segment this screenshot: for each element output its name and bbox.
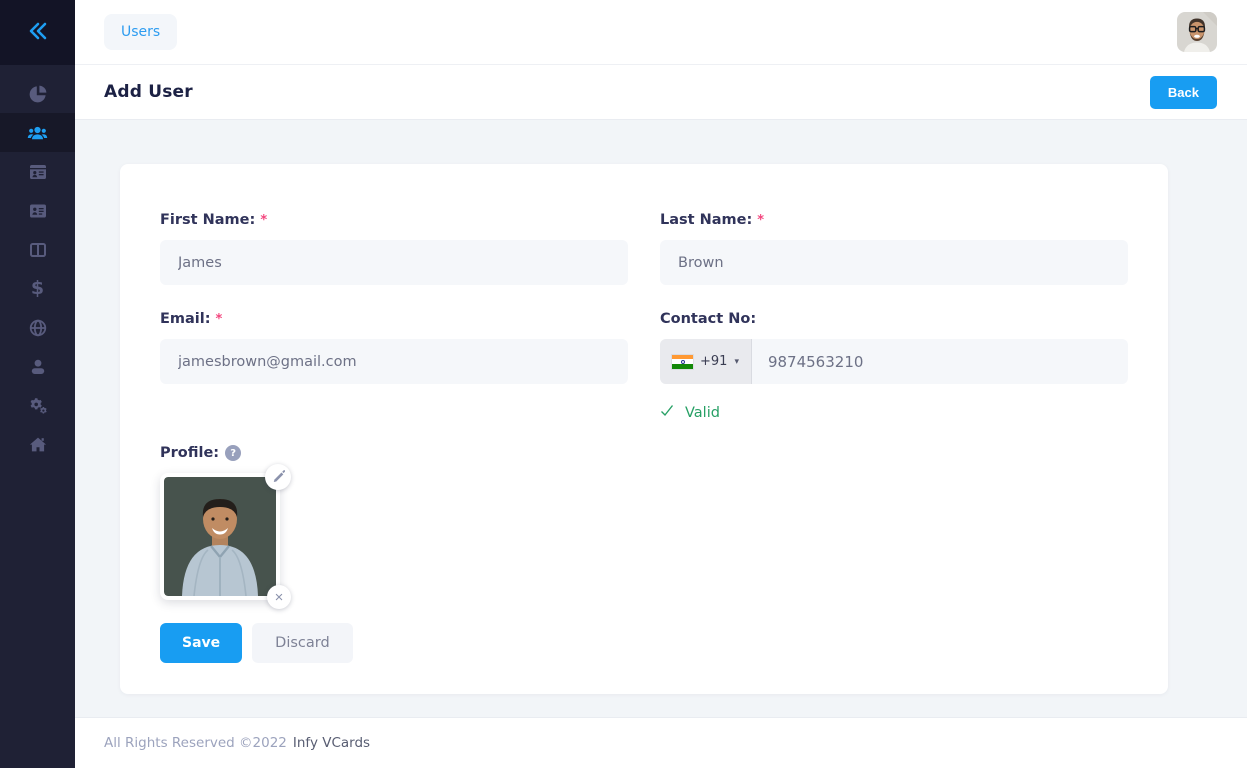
main-column: Users Add User Back First Name: * James … xyxy=(75,0,1247,768)
email-input[interactable] xyxy=(160,339,628,384)
required-marker: * xyxy=(757,212,765,228)
sidebar-item-home[interactable] xyxy=(0,425,75,464)
profile-photo xyxy=(160,473,280,600)
topbar: Users xyxy=(75,0,1247,65)
sidebar-item-users[interactable] xyxy=(0,113,75,152)
id-card-icon xyxy=(28,201,48,221)
phone-input-group: +91 ▾ xyxy=(660,339,1128,384)
users-icon xyxy=(27,123,48,143)
india-flag-icon xyxy=(672,354,693,369)
copyright-text: All Rights Reserved ©2022 xyxy=(104,735,287,751)
profile-photo-wrap: × xyxy=(160,464,291,609)
sidebar-item-account[interactable] xyxy=(0,347,75,386)
first-name-label: First Name: * xyxy=(160,212,268,228)
add-user-form-card: First Name: * Last Name: * xyxy=(120,164,1168,694)
last-name-field: Last Name: * xyxy=(660,212,1128,285)
required-marker: * xyxy=(260,212,268,228)
footer: All Rights Reserved ©2022 Infy VCards xyxy=(75,717,1247,768)
close-icon: × xyxy=(274,588,284,606)
edit-photo-button[interactable] xyxy=(265,464,291,490)
last-name-input[interactable] xyxy=(660,240,1128,285)
dial-code: +91 xyxy=(700,354,728,369)
sidebar-item-contacts[interactable] xyxy=(0,191,75,230)
help-icon[interactable]: ? xyxy=(225,445,242,461)
caret-down-icon: ▾ xyxy=(734,356,739,367)
first-name-input[interactable] xyxy=(160,240,628,285)
double-chevron-left-icon xyxy=(26,20,50,46)
user-avatar[interactable] xyxy=(1177,12,1217,52)
email-field: Email: * xyxy=(160,311,628,421)
gears-icon xyxy=(28,396,48,416)
sidebar-item-layout[interactable] xyxy=(0,230,75,269)
home-icon xyxy=(28,435,48,455)
contact-number-input[interactable] xyxy=(751,339,1128,384)
dollar-icon: $ xyxy=(30,277,45,299)
sidebar-item-payments[interactable]: $ xyxy=(0,269,75,308)
pencil-icon xyxy=(272,469,285,485)
globe-icon xyxy=(28,318,48,338)
check-icon xyxy=(660,404,674,421)
page-title: Add User xyxy=(104,82,193,102)
last-name-label: Last Name: * xyxy=(660,212,765,228)
page-header: Add User Back xyxy=(75,65,1247,120)
sidebar-nav: $ xyxy=(0,65,75,464)
remove-photo-button[interactable]: × xyxy=(267,585,291,609)
required-marker: * xyxy=(215,311,223,327)
person-icon xyxy=(28,357,48,377)
app-window: $ Users Add User Back First Name: * Jame… xyxy=(0,0,1247,768)
profile-field: Profile: ? × xyxy=(160,445,628,609)
columns-icon xyxy=(28,240,48,260)
back-button[interactable]: Back xyxy=(1149,75,1217,109)
sidebar-collapse-button[interactable] xyxy=(0,0,75,65)
pie-chart-icon xyxy=(28,84,48,104)
breadcrumb-users[interactable]: Users xyxy=(104,14,178,50)
discard-button[interactable]: Discard xyxy=(252,623,353,663)
email-label: Email: * xyxy=(160,311,223,327)
vcard-icon xyxy=(28,162,48,182)
validation-text: Valid xyxy=(685,404,720,421)
first-name-field: First Name: * xyxy=(160,212,628,285)
contact-field: Contact No: +91 ▾ 9874563210 Valid xyxy=(660,311,1128,421)
sidebar-item-settings[interactable] xyxy=(0,386,75,425)
dial-code-dropdown[interactable]: +91 ▾ xyxy=(660,339,752,384)
sidebar-item-vcards[interactable] xyxy=(0,152,75,191)
sidebar-item-dashboard[interactable] xyxy=(0,74,75,113)
profile-label: Profile: ? xyxy=(160,445,628,461)
sidebar: $ xyxy=(0,0,75,768)
phone-validation-status: Valid xyxy=(660,404,1128,421)
sidebar-item-languages[interactable] xyxy=(0,308,75,347)
save-button[interactable]: Save xyxy=(160,623,243,663)
form-actions: Save Discard xyxy=(160,623,1128,663)
contact-label: Contact No: xyxy=(660,311,757,327)
brand-name: Infy VCards xyxy=(292,735,371,751)
content-area: First Name: * Last Name: * xyxy=(75,120,1247,717)
